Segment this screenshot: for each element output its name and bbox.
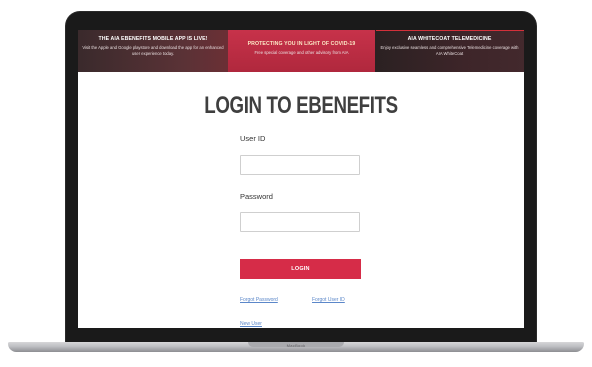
banner-panel-text: Visit the Apple and Google playstore and… bbox=[82, 45, 224, 56]
banner-panel-title: THE AIA EBENEFITS MOBILE APP IS LIVE! bbox=[98, 36, 208, 42]
login-button[interactable]: LOGIN bbox=[240, 259, 361, 279]
banner-panel-title: AIA WHITECOAT TELEMEDICINE bbox=[407, 36, 492, 42]
laptop-brand-label: MacBook bbox=[286, 343, 306, 348]
banner-panel-covid[interactable]: PROTECTING YOU IN LIGHT OF COVID-19 Free… bbox=[228, 30, 375, 72]
forgot-user-id-link[interactable]: Forgot User ID bbox=[312, 297, 345, 303]
banner-panel-text: Enjoy exclusive seamless and comprehensi… bbox=[380, 45, 519, 56]
accent-divider bbox=[376, 30, 524, 31]
password-label: Password bbox=[240, 192, 273, 201]
forgot-password-link[interactable]: Forgot Password bbox=[240, 297, 278, 303]
banner-panel-text: Free special coverage and other advisory… bbox=[254, 50, 349, 55]
banner-panel-telemedicine[interactable]: AIA WHITECOAT TELEMEDICINE Enjoy exclusi… bbox=[375, 30, 524, 72]
user-id-input[interactable] bbox=[240, 155, 360, 175]
user-id-label: User ID bbox=[240, 134, 266, 143]
banner-panel-mobile-app[interactable]: THE AIA EBENEFITS MOBILE APP IS LIVE! Vi… bbox=[78, 30, 228, 72]
promo-banner: THE AIA EBENEFITS MOBILE APP IS LIVE! Vi… bbox=[78, 30, 524, 72]
banner-panel-title: PROTECTING YOU IN LIGHT OF COVID-19 bbox=[247, 41, 356, 47]
page-title: LOGIN TO EBENEFITS bbox=[204, 92, 398, 119]
new-user-link[interactable]: New User bbox=[240, 321, 262, 327]
browser-screen: THE AIA EBENEFITS MOBILE APP IS LIVE! Vi… bbox=[78, 30, 524, 328]
password-input[interactable] bbox=[240, 212, 360, 232]
